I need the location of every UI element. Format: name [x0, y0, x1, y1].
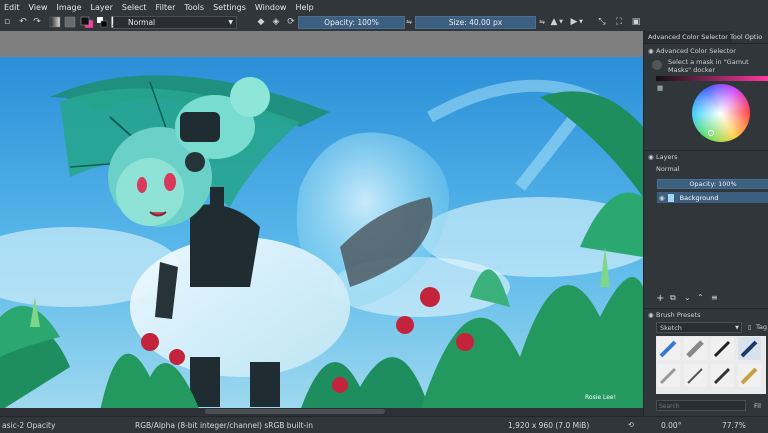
move-down-icon[interactable]: ⌄: [684, 293, 691, 302]
status-zoom[interactable]: 77.7%: [722, 421, 746, 430]
color-selector-title: Advanced Color Selector: [656, 47, 736, 55]
color-history-icon[interactable]: ▦: [657, 84, 663, 92]
brush-tag-select[interactable]: Sketch ▼: [656, 322, 742, 333]
size-slider[interactable]: Size: 40.00 px: [415, 16, 536, 29]
redo-icon[interactable]: ↷: [32, 16, 42, 28]
wrap-around-icon[interactable]: ⤡: [596, 16, 608, 28]
gamut-mask-hint: Select a mask in "Gamut Masks" docker: [668, 58, 749, 74]
gamut-mask-icon[interactable]: [652, 60, 662, 70]
visibility-eye-icon[interactable]: ◉: [659, 194, 665, 202]
canvas-area[interactable]: Rosie Lee!: [0, 31, 643, 411]
collapse-icon[interactable]: ◉: [648, 311, 654, 319]
status-bar: asic-2 Opacity RGB/Alpha (8-bit integer/…: [0, 416, 768, 433]
artwork-illustration: Rosie Lee!: [0, 57, 643, 411]
toolbar: ▫ ↶ ↷ Normal ▼ ◆ ◈ ⟳ Opacity: 100% ⇋ Siz…: [0, 14, 768, 32]
brush-preset-grid: [656, 336, 766, 394]
tag-button[interactable]: Tag: [756, 323, 767, 331]
tag-icon[interactable]: ▯: [748, 323, 752, 331]
brush-search-input[interactable]: [656, 400, 747, 411]
brush-search-field[interactable]: [657, 402, 747, 411]
opacity-lock-icon[interactable]: ⇋: [404, 16, 414, 28]
document-icon[interactable]: ▫: [2, 16, 12, 28]
brush-preset-item[interactable]: [657, 337, 680, 360]
fill-pattern-icon[interactable]: [64, 16, 76, 28]
menu-window[interactable]: Window: [251, 3, 292, 12]
chevron-down-icon: ▼: [228, 19, 233, 26]
eraser-mode-icon[interactable]: ◆: [255, 16, 267, 28]
add-layer-icon[interactable]: +: [656, 293, 664, 304]
preserve-alpha-icon[interactable]: ◈: [270, 16, 282, 28]
collapse-icon[interactable]: ◉: [648, 153, 654, 161]
tab-advanced-color-selector[interactable]: Advanced Color Selector: [644, 31, 732, 43]
scrollbar-thumb[interactable]: [205, 409, 385, 414]
color-wheel-marker[interactable]: [708, 130, 714, 136]
menu-view[interactable]: View: [25, 3, 53, 12]
brush-preset-item[interactable]: [738, 337, 761, 360]
layer-opacity-slider[interactable]: Opacity: 100%: [657, 179, 768, 189]
brush-tag-value: Sketch: [660, 323, 682, 332]
brush-presets-title: Brush Presets: [656, 311, 701, 319]
size-lock-icon[interactable]: ⇋: [537, 16, 547, 28]
menu-bar: Edit View Image Layer Select Filter Tool…: [0, 0, 768, 14]
menu-select[interactable]: Select: [118, 3, 152, 12]
layer-blend-mode[interactable]: Normal: [656, 165, 680, 173]
menu-layer[interactable]: Layer: [87, 3, 118, 12]
blend-mode-select[interactable]: Normal ▼: [113, 16, 237, 29]
menu-help[interactable]: Help: [291, 3, 318, 12]
color-strip[interactable]: [656, 76, 768, 81]
fill-gradient-icon[interactable]: [49, 16, 61, 28]
blend-mode-value: Normal: [128, 18, 156, 27]
chevron-down-icon[interactable]: ▼: [558, 16, 564, 28]
status-rotation[interactable]: 0.00°: [661, 421, 681, 430]
status-color-space[interactable]: RGB/Alpha (8-bit integer/channel) sRGB b…: [135, 421, 313, 430]
chevron-down-icon[interactable]: ▼: [578, 16, 584, 28]
duplicate-layer-icon[interactable]: ⧉: [670, 293, 676, 303]
reload-preset-icon[interactable]: ⟳: [285, 16, 297, 28]
layer-row-background[interactable]: ◉ Background: [657, 192, 768, 203]
tab-tool-options[interactable]: Tool Optio: [726, 31, 768, 43]
brush-preset-item[interactable]: [684, 337, 707, 360]
status-brush-name: asic-2 Opacity: [2, 420, 56, 430]
layer-thumbnail: [667, 193, 674, 202]
menu-tools[interactable]: Tools: [180, 3, 209, 12]
undo-icon[interactable]: ↶: [18, 16, 28, 28]
rotate-canvas-icon[interactable]: ⟲: [628, 421, 634, 429]
move-up-icon[interactable]: ⌃: [697, 293, 704, 302]
brush-preset-item[interactable]: [684, 364, 707, 387]
menu-edit[interactable]: Edit: [0, 3, 25, 12]
chevron-down-icon: ▼: [735, 324, 739, 331]
brush-preset-item[interactable]: [657, 364, 680, 387]
color-swap-icon[interactable]: [96, 16, 108, 28]
layer-properties-icon[interactable]: ≡: [711, 293, 718, 302]
brush-preset-item[interactable]: [711, 364, 734, 387]
layer-name: Background: [679, 193, 719, 202]
opacity-slider[interactable]: Opacity: 100%: [298, 16, 405, 29]
artwork-canvas[interactable]: Rosie Lee!: [0, 57, 643, 411]
opacity-label: Opacity: 100%: [324, 18, 379, 27]
size-label: Size: 40.00 px: [448, 18, 503, 27]
foreground-background-color-icon[interactable]: [80, 16, 94, 28]
menu-image[interactable]: Image: [52, 3, 86, 12]
filter-button[interactable]: Fil: [754, 402, 761, 410]
brush-preset-item[interactable]: [711, 337, 734, 360]
layer-opacity-label: Opacity: 100%: [689, 180, 737, 188]
menu-filter[interactable]: Filter: [152, 3, 181, 12]
docker-panel: Advanced Color Selector Tool Optio ◉ Adv…: [643, 31, 768, 416]
canvas-only-icon[interactable]: ▣: [630, 16, 642, 28]
artwork-signature: Rosie Lee!: [585, 394, 616, 401]
brush-preset-item[interactable]: [738, 364, 761, 387]
color-wheel[interactable]: [692, 84, 750, 142]
collapse-icon[interactable]: ◉: [648, 47, 654, 55]
fullscreen-icon[interactable]: ⛶: [613, 16, 625, 28]
menu-settings[interactable]: Settings: [209, 3, 251, 12]
status-image-size: 1,920 x 960 (7.0 MiB): [508, 420, 590, 430]
layers-title: Layers: [656, 153, 678, 161]
